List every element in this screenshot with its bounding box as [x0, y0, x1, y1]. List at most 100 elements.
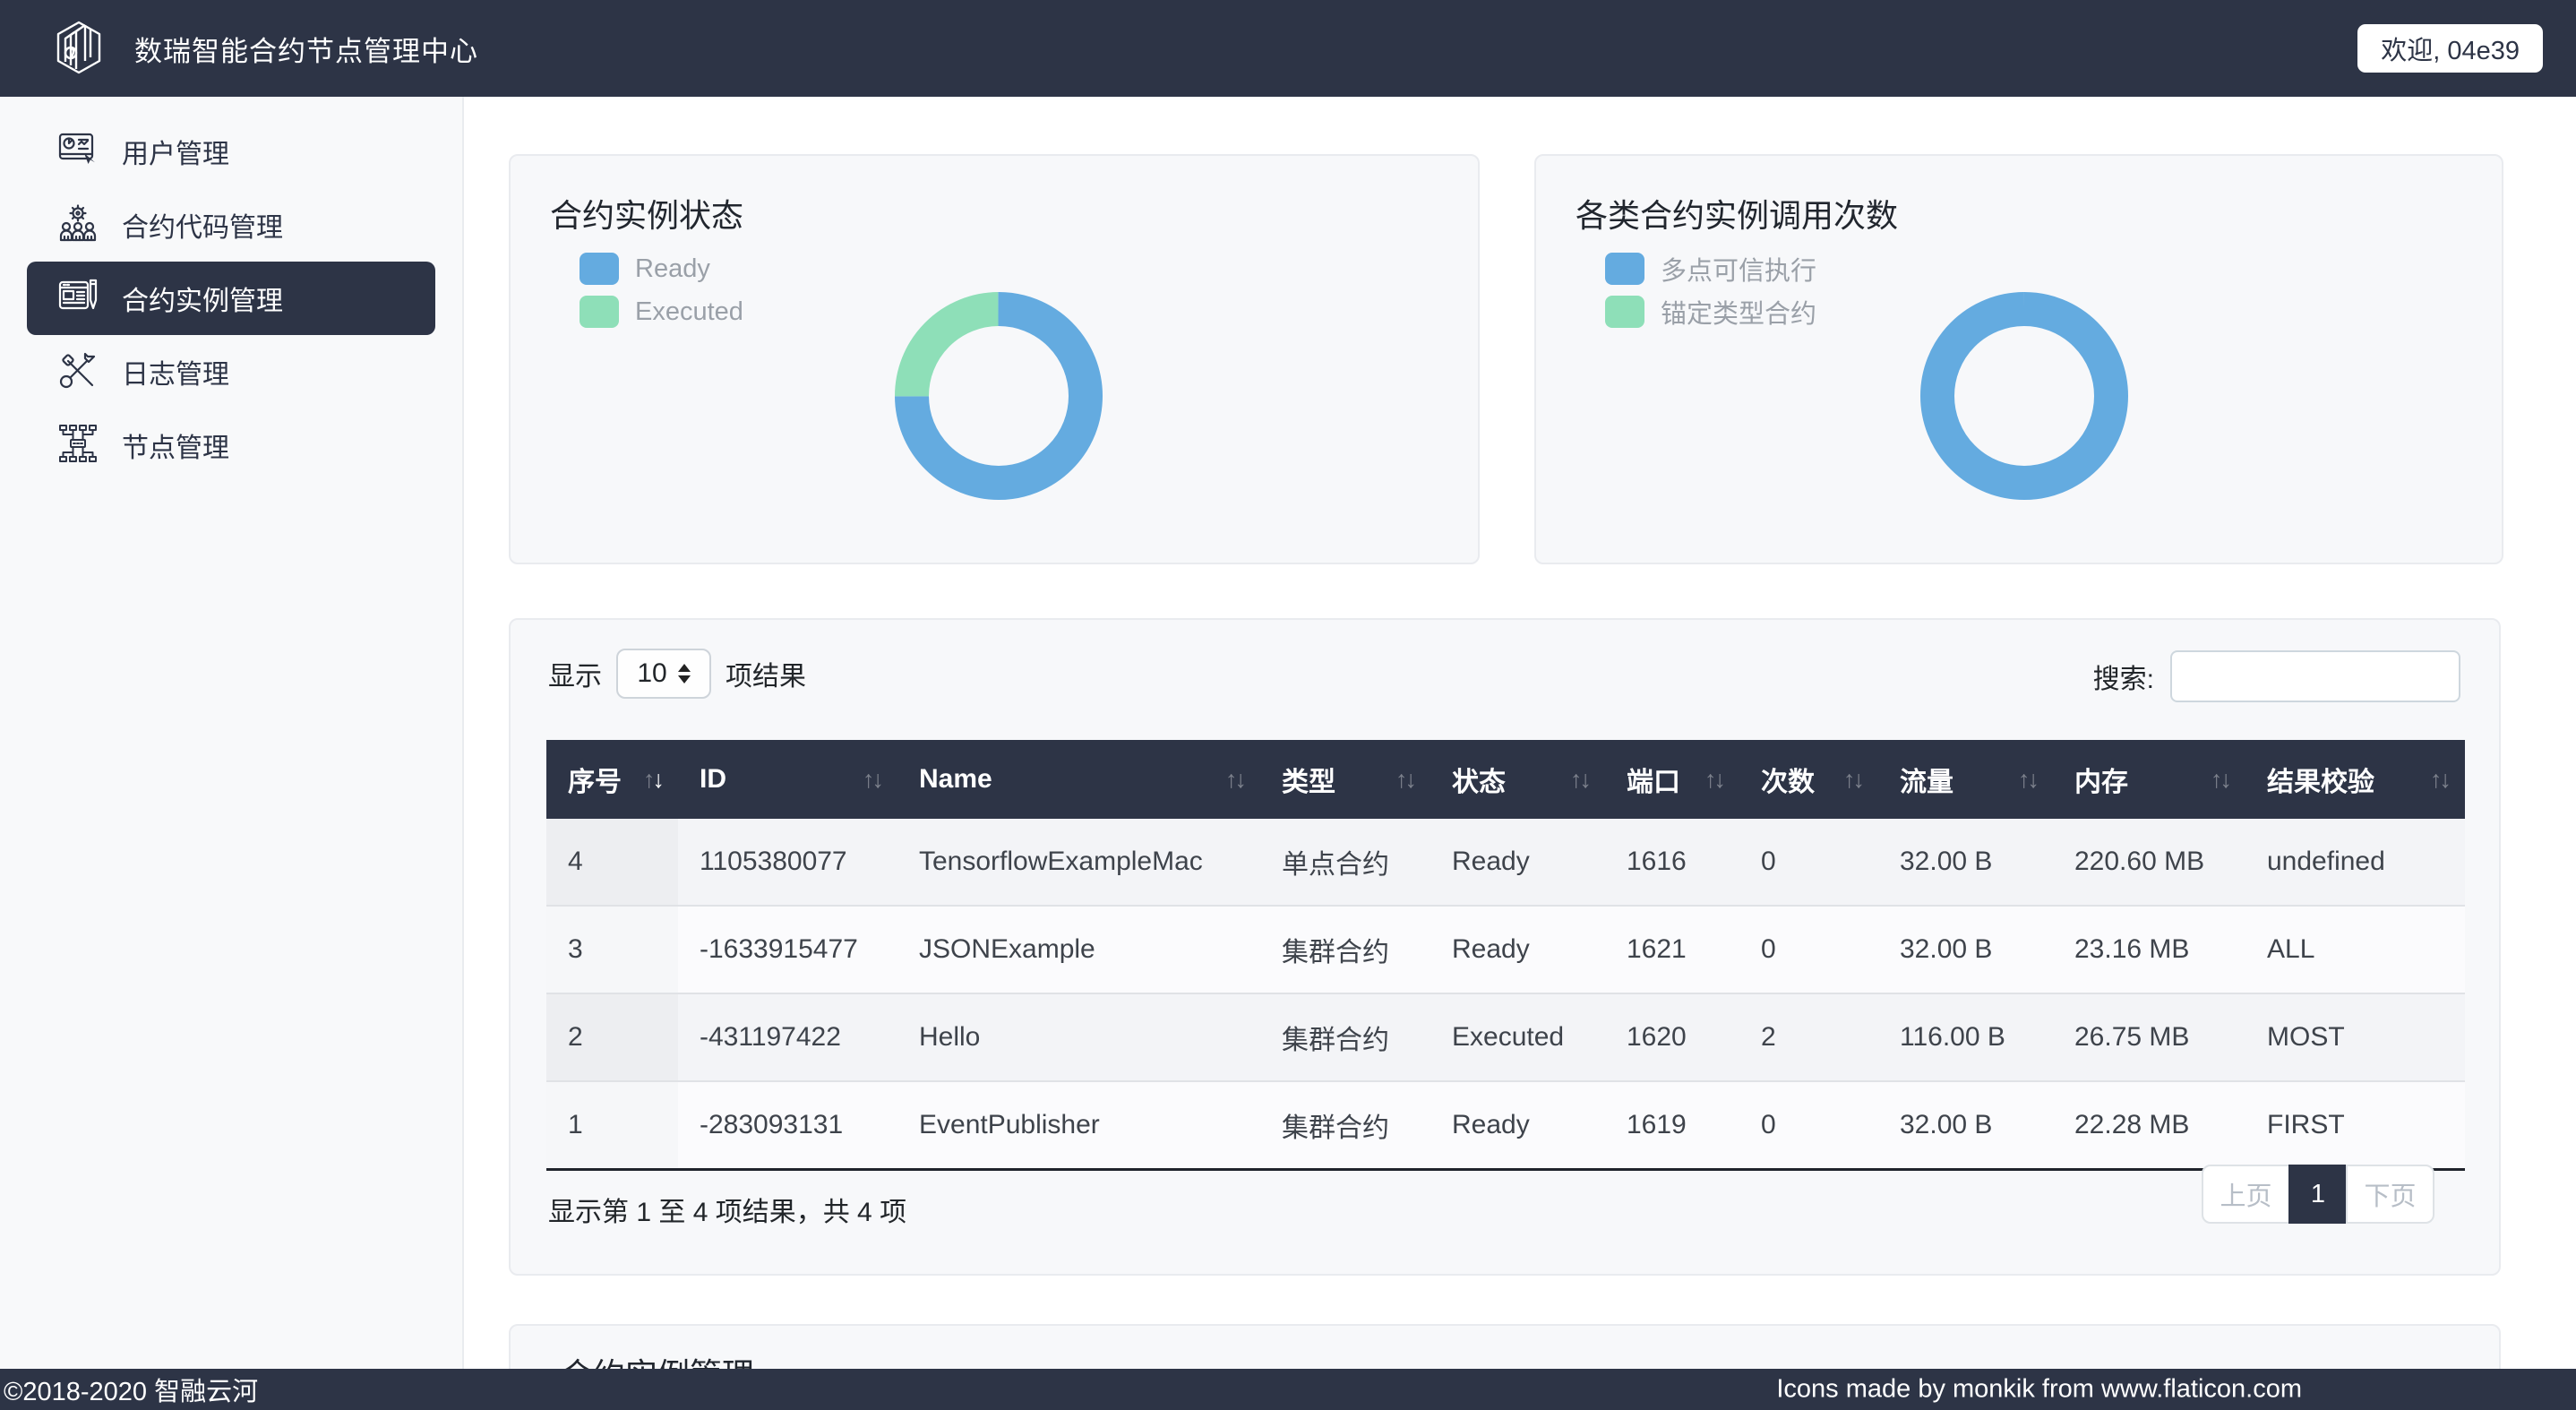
column-header-6[interactable]: 端口 ↑↓: [1605, 740, 1739, 819]
table-row[interactable]: 2-431197422Hello集群合约Executed16202116.00 …: [546, 993, 2465, 1081]
sort-arrows-icon: ↑↓: [1704, 766, 1723, 794]
table-cell: undefined: [2245, 819, 2465, 906]
table-cell: 0: [1739, 906, 1878, 993]
sidebar-item-label: 日志管理: [122, 352, 229, 391]
footer: ©2018-2020 智融云河 Icons made by monkik fro…: [0, 1369, 2576, 1410]
table-cell: 集群合约: [1260, 1081, 1430, 1170]
legend-item[interactable]: Ready: [580, 253, 743, 285]
search-input[interactable]: [2170, 650, 2460, 702]
table-cell: 1: [546, 1081, 678, 1170]
sidebar-item-contract-instance[interactable]: 合约实例管理: [27, 262, 435, 335]
column-label: 流量: [1900, 760, 1953, 799]
contract-calls-card: 各类合约实例调用次数 多点可信执行锚定类型合约: [1534, 154, 2503, 564]
table-cell: 26.75 MB: [2053, 993, 2245, 1081]
log-management-icon: [57, 349, 99, 395]
sidebar-item-label: 合约代码管理: [122, 205, 283, 245]
table-cell: FIRST: [2245, 1081, 2465, 1170]
pagination: 上页1下页: [2202, 1165, 2434, 1224]
user-management-icon: [57, 129, 99, 175]
contract-instance-icon: [57, 276, 99, 322]
sidebar-item-label: 节点管理: [122, 426, 229, 465]
column-label: 次数: [1761, 760, 1815, 799]
main-content: 合约实例状态 ReadyExecuted 各类合约实例调用次数 多点可信执行锚定…: [466, 97, 2576, 1369]
column-header-8[interactable]: 流量 ↑↓: [1878, 740, 2053, 819]
column-header-10[interactable]: 结果校验↑↓: [2245, 740, 2465, 819]
column-header-7[interactable]: 次数 ↑↓: [1739, 740, 1878, 819]
table-cell: 单点合约: [1260, 819, 1430, 906]
table-info-text: 显示第 1 至 4 项结果，共 4 项: [548, 1190, 906, 1229]
column-label: ID: [700, 764, 726, 795]
app-logo-icon: [56, 21, 102, 76]
sort-arrows-icon: ↑↓: [1570, 766, 1589, 794]
sidebar-item-log-management[interactable]: 日志管理: [27, 335, 435, 408]
table-cell: Hello: [897, 993, 1260, 1081]
column-label: 端口: [1627, 760, 1680, 799]
table-row[interactable]: 41105380077TensorflowExampleMac单点合约Ready…: [546, 819, 2465, 906]
table-cell: 116.00 B: [1878, 993, 2053, 1081]
table-cell: TensorflowExampleMac: [897, 819, 1260, 906]
sidebar-item-label: 合约实例管理: [122, 279, 283, 318]
table-cell: 集群合约: [1260, 993, 1430, 1081]
legend-label: Ready: [635, 254, 710, 284]
sidebar-item-node-management[interactable]: 节点管理: [27, 408, 435, 482]
table-cell: 1616: [1605, 819, 1739, 906]
legend-item[interactable]: 多点可信执行: [1605, 253, 1816, 285]
table-cell: ALL: [2245, 906, 2465, 993]
card-title-contract-status: 合约实例状态: [550, 190, 743, 236]
legend-item[interactable]: Executed: [580, 296, 743, 328]
table-cell: -1633915477: [678, 906, 897, 993]
legend-label: 锚定类型合约: [1661, 293, 1816, 331]
table-cell: 1621: [1605, 906, 1739, 993]
column-header-5[interactable]: 状态↑↓: [1430, 740, 1605, 819]
sidebar: 用户管理合约代码管理合约实例管理日志管理节点管理: [0, 97, 464, 1369]
page-length-prefix-label: 显示: [548, 654, 602, 693]
table-cell: 3: [546, 906, 678, 993]
legend-swatch: [1605, 296, 1644, 328]
column-header-9[interactable]: 内存↑↓: [2053, 740, 2245, 819]
table-cell: MOST: [2245, 993, 2465, 1081]
app-title: 数瑞智能合约节点管理中心: [134, 29, 478, 69]
table-cell: 集群合约: [1260, 906, 1430, 993]
column-label: 类型: [1282, 760, 1335, 799]
page-length-value: 10: [637, 658, 666, 689]
sidebar-item-user-management[interactable]: 用户管理: [27, 115, 435, 188]
page-length-suffix-label: 项结果: [726, 654, 806, 693]
pagination-prev-button[interactable]: 上页: [2202, 1165, 2290, 1224]
donut-chart-contract-calls: [1917, 288, 2132, 503]
column-header-4[interactable]: 类型↑↓: [1260, 740, 1430, 819]
chart-legend: 多点可信执行锚定类型合约: [1605, 253, 1816, 328]
column-label: Name: [919, 764, 992, 795]
chart-legend: Ready Executed: [580, 253, 743, 328]
column-label: 序号: [568, 760, 622, 799]
column-header-1[interactable]: 序号↑↓: [546, 740, 678, 819]
legend-label: Executed: [635, 297, 743, 327]
legend-item[interactable]: 锚定类型合约: [1605, 296, 1816, 328]
table-row[interactable]: 3-1633915477JSONExample集群合约Ready1621032.…: [546, 906, 2465, 993]
table-cell: EventPublisher: [897, 1081, 1260, 1170]
footer-copyright: ©2018-2020 智融云河: [4, 1371, 258, 1408]
sidebar-item-contract-code[interactable]: 合约代码管理: [27, 188, 435, 262]
sort-arrows-icon: ↑↓: [2018, 766, 2037, 794]
contract-instance-table-card: 显示 10 项结果 搜索: 序号↑↓ID↑↓Name↑↓类型↑↓状态↑↓端口↑↓…: [509, 618, 2501, 1276]
node-management-icon: [57, 423, 99, 469]
column-header-3[interactable]: Name↑↓: [897, 740, 1260, 819]
page-length-select[interactable]: 10: [616, 649, 711, 699]
table-cell: Ready: [1430, 906, 1605, 993]
pagination-next-button[interactable]: 下页: [2346, 1165, 2434, 1224]
contract-instance-table: 序号↑↓ID↑↓Name↑↓类型↑↓状态↑↓端口↑↓次数↑↓流量↑↓内存↑↓结果…: [546, 740, 2465, 1171]
sort-arrows-icon: ↑↓: [1843, 766, 1862, 794]
data-table-wrapper: 序号↑↓ID↑↓Name↑↓类型↑↓状态↑↓端口↑↓次数↑↓流量↑↓内存↑↓结果…: [546, 740, 2465, 1171]
legend-swatch: [1605, 253, 1644, 285]
column-label: 结果校验: [2267, 760, 2374, 799]
table-cell: Executed: [1430, 993, 1605, 1081]
legend-swatch: [580, 296, 619, 328]
column-header-2[interactable]: ID↑↓: [678, 740, 897, 819]
table-cell: 32.00 B: [1878, 819, 2053, 906]
welcome-user-button[interactable]: 欢迎, 04e39: [2357, 24, 2543, 73]
table-header-row: 序号↑↓ID↑↓Name↑↓类型↑↓状态↑↓端口↑↓次数↑↓流量↑↓内存↑↓结果…: [546, 740, 2465, 819]
table-cell: 2: [546, 993, 678, 1081]
table-row[interactable]: 1-283093131EventPublisher集群合约Ready161903…: [546, 1081, 2465, 1170]
table-cell: -431197422: [678, 993, 897, 1081]
pagination-page-button[interactable]: 1: [2288, 1165, 2348, 1224]
card-title-contract-calls: 各类合约实例调用次数: [1576, 190, 1898, 236]
